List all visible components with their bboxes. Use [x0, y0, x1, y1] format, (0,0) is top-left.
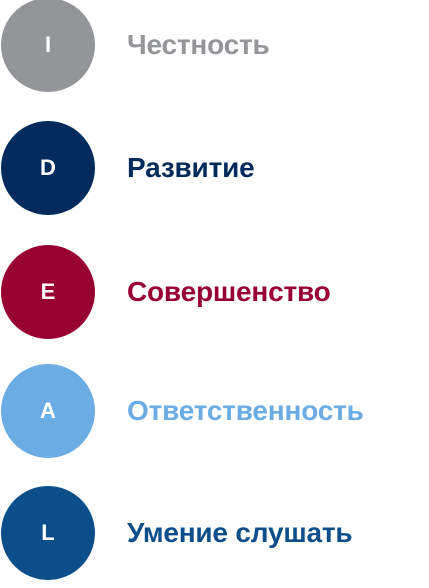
- value-item-integrity: I Честность: [0, 0, 429, 94]
- badge-letter: E: [40, 279, 56, 304]
- value-item-excellence: E Совершенство: [0, 245, 429, 341]
- letter-badge: D: [1, 121, 95, 215]
- value-label: Умение слушать: [127, 517, 353, 548]
- badge-letter: I: [44, 32, 52, 57]
- badge-letter: A: [40, 398, 56, 423]
- letter-badge: A: [1, 364, 95, 458]
- value-item-accountability: A Ответственность: [0, 364, 429, 460]
- letter-badge: I: [1, 0, 95, 92]
- badge-letter: L: [41, 520, 55, 545]
- letter-badge: L: [1, 486, 95, 580]
- value-item-listening: L Умение слушать: [0, 486, 429, 582]
- value-label: Совершенство: [127, 276, 331, 307]
- value-label: Развитие: [127, 152, 255, 183]
- value-item-development: D Развитие: [0, 121, 429, 217]
- value-label: Ответственность: [127, 395, 364, 426]
- value-label: Честность: [127, 29, 270, 60]
- badge-letter: D: [40, 155, 56, 180]
- letter-badge: E: [1, 245, 95, 339]
